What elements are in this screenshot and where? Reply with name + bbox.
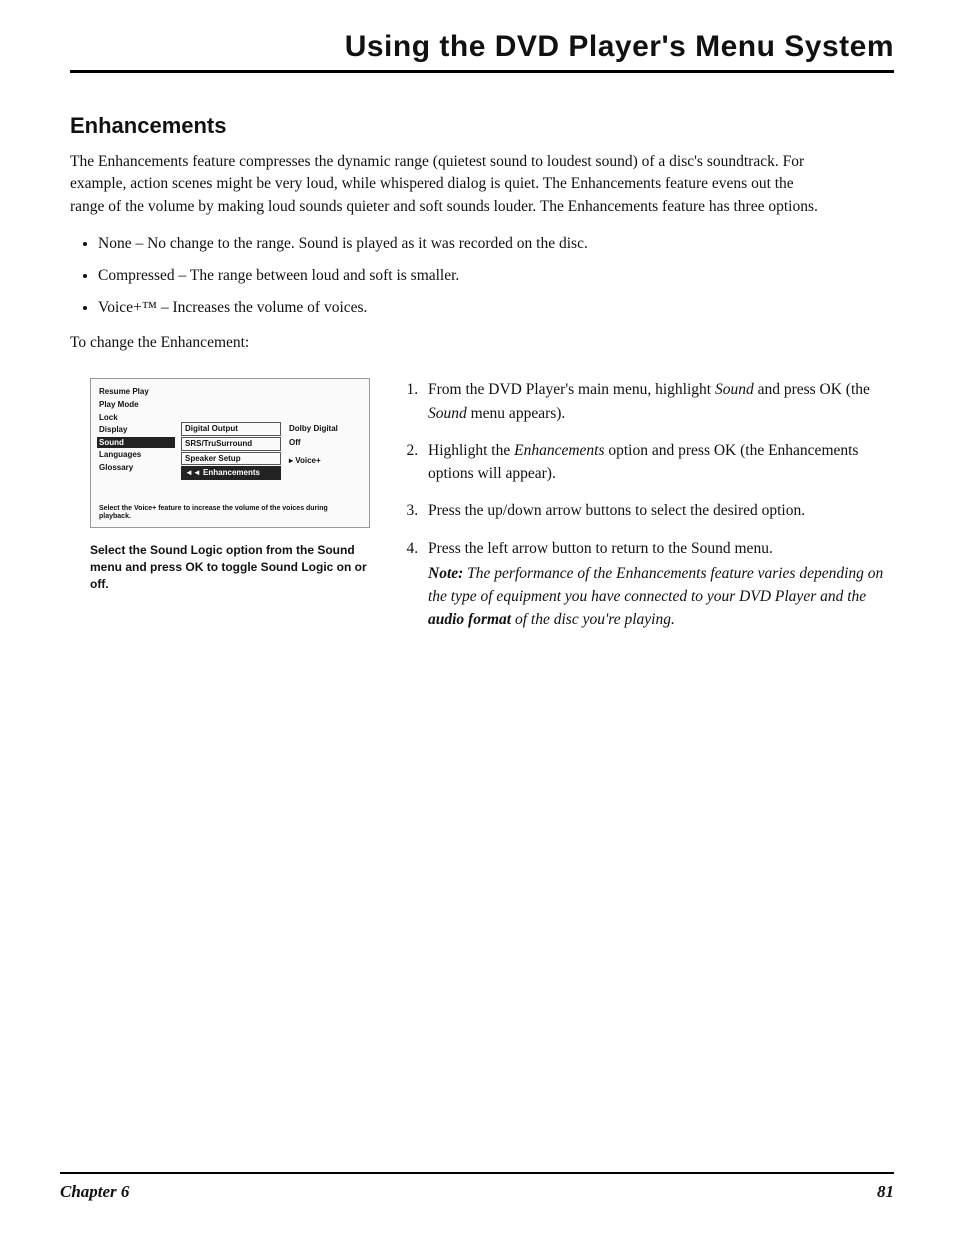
options-list: None – No change to the range. Sound is … bbox=[70, 232, 894, 320]
step-text: Press the up/down arrow buttons to selec… bbox=[428, 502, 805, 519]
step-em: Enhancements bbox=[514, 442, 604, 459]
menu-right-item: Off bbox=[287, 437, 349, 449]
menu-right-item: Dolby Digital bbox=[287, 423, 349, 435]
note-bold: audio format bbox=[428, 611, 511, 628]
menu-right-item bbox=[287, 451, 349, 453]
menu-mid-item-selected: ◄◄ Enhancements bbox=[181, 466, 281, 480]
page-title: Using the DVD Player's Menu System bbox=[70, 30, 894, 73]
left-column: Resume Play Play Mode Lock Display Sound… bbox=[70, 378, 370, 592]
option-item: Compressed – The range between loud and … bbox=[98, 264, 894, 288]
menu-right-pane: Dolby Digital Off ▸ Voice+ bbox=[287, 421, 349, 468]
menu-screenshot: Resume Play Play Mode Lock Display Sound… bbox=[90, 378, 370, 528]
footer-page-number: 81 bbox=[877, 1182, 894, 1202]
lead-in-text: To change the Enhancement: bbox=[70, 334, 894, 352]
note-label: Note: bbox=[428, 565, 463, 582]
step-em: Sound bbox=[428, 405, 467, 422]
menu-left-item: Play Mode bbox=[97, 399, 175, 411]
option-item: Voice+™ – Increases the volume of voices… bbox=[98, 296, 894, 320]
menu-mid-item: Digital Output bbox=[181, 422, 281, 436]
right-column: From the DVD Player's main menu, highlig… bbox=[398, 378, 894, 645]
step-text: and press OK (the bbox=[754, 381, 870, 398]
menu-hint-text: Select the Voice+ feature to increase th… bbox=[99, 505, 361, 522]
step-item: Press the up/down arrow buttons to selec… bbox=[422, 499, 894, 522]
page: Using the DVD Player's Menu System Enhan… bbox=[0, 0, 954, 1238]
step-item: From the DVD Player's main menu, highlig… bbox=[422, 378, 894, 425]
menu-left-item: Display bbox=[97, 424, 175, 436]
note-body: The performance of the Enhancements feat… bbox=[428, 565, 883, 605]
note-body: of the disc you're playing. bbox=[511, 611, 675, 628]
menu-mid-item: SRS/TruSurround bbox=[181, 437, 281, 451]
step-text: menu appears). bbox=[467, 405, 566, 422]
note-block: Note: The performance of the Enhancement… bbox=[428, 562, 894, 632]
menu-left-pane: Resume Play Play Mode Lock Display Sound… bbox=[97, 385, 175, 474]
step-text: From the DVD Player's main menu, highlig… bbox=[428, 381, 715, 398]
section-heading: Enhancements bbox=[70, 113, 894, 139]
step-text: Press the left arrow button to return to… bbox=[428, 540, 773, 557]
menu-left-item-selected: Sound bbox=[97, 437, 175, 449]
step-em: Sound bbox=[715, 381, 754, 398]
intro-paragraph: The Enhancements feature compresses the … bbox=[70, 151, 830, 218]
step-item: Press the left arrow button to return to… bbox=[422, 537, 894, 632]
option-item: None – No change to the range. Sound is … bbox=[98, 232, 894, 256]
menu-left-item: Resume Play bbox=[97, 386, 175, 398]
steps-list: From the DVD Player's main menu, highlig… bbox=[398, 378, 894, 631]
menu-mid-item: Speaker Setup bbox=[181, 452, 281, 466]
menu-left-item: Glossary bbox=[97, 462, 175, 474]
menu-middle-pane: Digital Output SRS/TruSurround Speaker S… bbox=[181, 421, 281, 480]
footer-chapter: Chapter 6 bbox=[60, 1182, 129, 1202]
step-text: Highlight the bbox=[428, 442, 514, 459]
menu-left-item: Lock bbox=[97, 412, 175, 424]
content-row: Resume Play Play Mode Lock Display Sound… bbox=[70, 378, 894, 645]
menu-left-item: Languages bbox=[97, 449, 175, 461]
page-footer: Chapter 6 81 bbox=[60, 1172, 894, 1202]
step-item: Highlight the Enhancements option and pr… bbox=[422, 439, 894, 486]
menu-right-item: ▸ Voice+ bbox=[287, 455, 349, 467]
screenshot-caption: Select the Sound Logic option from the S… bbox=[90, 542, 370, 592]
